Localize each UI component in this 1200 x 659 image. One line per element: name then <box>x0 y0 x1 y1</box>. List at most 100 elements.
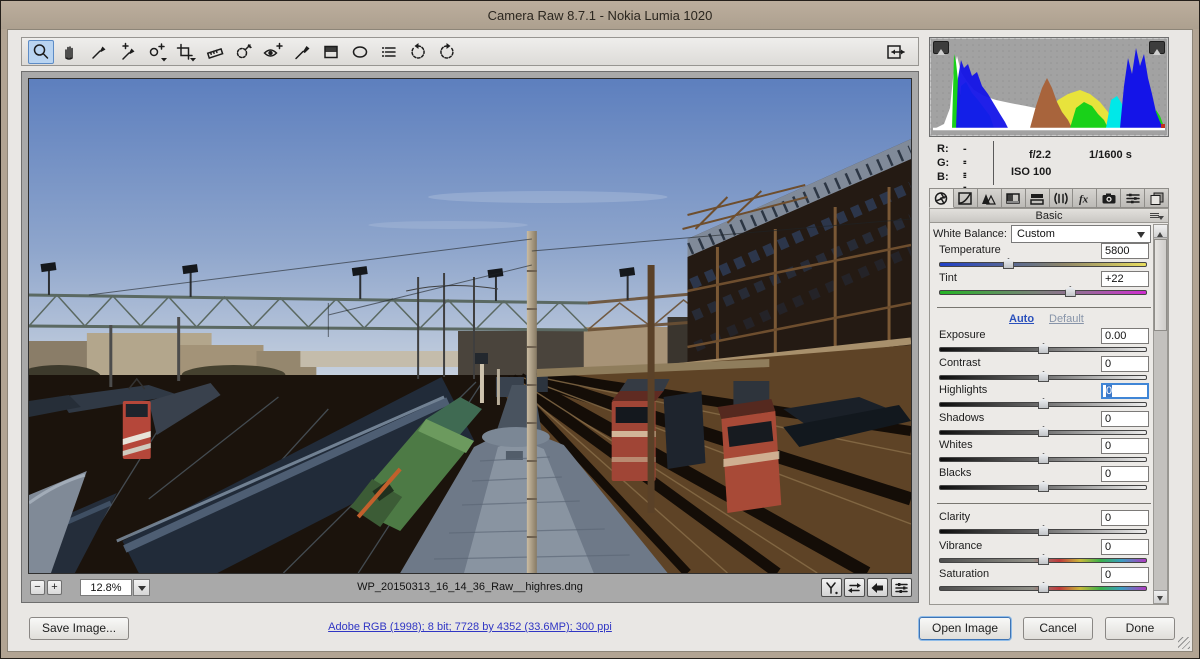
svg-text:fx: fx <box>1079 193 1089 205</box>
spot-removal-tool-button[interactable] <box>231 40 257 64</box>
slider-row-saturation: Saturation 0 <box>935 567 1151 593</box>
slider-thumb[interactable] <box>1065 286 1076 297</box>
filename-label: WP_20150313_16_14_36_Raw__highres.dng <box>22 581 918 593</box>
copy-settings-button[interactable] <box>867 578 888 597</box>
temperature-slider[interactable] <box>939 262 1147 267</box>
crop-tool-button[interactable] <box>173 40 199 64</box>
slider-thumb[interactable] <box>1038 343 1049 354</box>
tab-effects[interactable]: fx <box>1073 188 1097 208</box>
toggle-settings-button[interactable] <box>891 578 912 597</box>
tint-input[interactable]: +22 <box>1101 271 1149 287</box>
workflow-options-link[interactable]: Adobe RGB (1998); 8 bit; 7728 by 4352 (3… <box>1 621 939 633</box>
shadow-clipping-button[interactable] <box>933 41 949 54</box>
adjustment-brush-tool-button[interactable] <box>289 40 315 64</box>
tab-detail[interactable] <box>978 188 1002 208</box>
photo-train-yard[interactable] <box>28 78 912 574</box>
tab-basic[interactable] <box>929 188 954 208</box>
auto-link[interactable]: Auto <box>1009 313 1034 325</box>
saturation-input[interactable]: 0 <box>1101 567 1149 583</box>
contrast-input[interactable]: 0 <box>1101 356 1149 372</box>
slider-row-whites: Whites 0 <box>935 438 1151 464</box>
slider-row-highlights: Highlights 0 <box>935 383 1151 409</box>
tone-curve-icon <box>957 191 973 206</box>
zoom-tool-button[interactable] <box>28 40 54 64</box>
eyedropper-icon <box>89 42 109 62</box>
highlights-slider[interactable] <box>939 402 1147 407</box>
tab-snapshots[interactable] <box>1145 188 1169 208</box>
aperture-value: f/2.2 <box>1029 149 1051 161</box>
white-balance-label: White Balance: <box>933 228 1007 240</box>
shadows-input[interactable]: 0 <box>1101 411 1149 427</box>
tab-camera-calibration[interactable] <box>1097 188 1121 208</box>
vibrance-slider[interactable] <box>939 558 1147 563</box>
white-balance-tool-button[interactable] <box>86 40 112 64</box>
blacks-input[interactable]: 0 <box>1101 466 1149 482</box>
settings-scrollbar[interactable] <box>1153 224 1168 604</box>
slider-thumb[interactable] <box>1038 481 1049 492</box>
brush-icon <box>292 42 312 62</box>
sharpen-triangles-icon <box>981 191 997 206</box>
fx-icon: fx <box>1077 191 1093 206</box>
whites-input[interactable]: 0 <box>1101 438 1149 454</box>
toggle-fullscreen-button[interactable] <box>883 40 909 64</box>
tab-presets[interactable] <box>1121 188 1145 208</box>
color-sampler-tool-button[interactable] <box>115 40 141 64</box>
slider-thumb[interactable] <box>1038 398 1049 409</box>
radial-filter-icon <box>350 42 370 62</box>
slider-thumb[interactable] <box>1003 258 1014 269</box>
hand-tool-button[interactable] <box>57 40 83 64</box>
tint-slider[interactable] <box>939 290 1147 295</box>
red-eye-removal-tool-button[interactable] <box>260 40 286 64</box>
slider-thumb[interactable] <box>1038 371 1049 382</box>
rotate-ccw-icon <box>408 42 428 62</box>
tab-split-toning[interactable] <box>1026 188 1050 208</box>
slider-thumb[interactable] <box>1038 525 1049 536</box>
clarity-input[interactable]: 0 <box>1101 510 1149 526</box>
open-image-button[interactable]: Open Image <box>919 617 1011 640</box>
saturation-slider[interactable] <box>939 586 1147 591</box>
done-button[interactable]: Done <box>1105 617 1175 640</box>
vibrance-input[interactable]: 0 <box>1101 539 1149 555</box>
slider-thumb[interactable] <box>1038 426 1049 437</box>
preferences-tool-button[interactable] <box>376 40 402 64</box>
list-icon <box>379 42 399 62</box>
aperture-icon <box>933 191 949 206</box>
slider-thumb[interactable] <box>1038 453 1049 464</box>
shadows-slider[interactable] <box>939 430 1147 435</box>
targeted-adjustment-tool-button[interactable] <box>144 40 170 64</box>
radial-filter-tool-button[interactable] <box>347 40 373 64</box>
tab-hsl-grayscale[interactable] <box>1002 188 1026 208</box>
temperature-input[interactable]: 5800 <box>1101 243 1149 259</box>
divider <box>937 307 1151 308</box>
rotate-cw-button[interactable] <box>434 40 460 64</box>
swap-before-after-button[interactable] <box>844 578 865 597</box>
resize-grip[interactable] <box>1178 637 1190 649</box>
blacks-slider[interactable] <box>939 485 1147 490</box>
tab-tone-curve[interactable] <box>954 188 978 208</box>
default-link[interactable]: Default <box>1049 313 1084 325</box>
rotate-ccw-button[interactable] <box>405 40 431 64</box>
scrollbar-thumb[interactable] <box>1154 239 1167 331</box>
scroll-up-arrow[interactable] <box>1154 225 1167 238</box>
graduated-filter-icon <box>321 42 341 62</box>
straighten-tool-button[interactable] <box>202 40 228 64</box>
slider-thumb[interactable] <box>1038 582 1049 593</box>
white-balance-select[interactable]: Custom <box>1011 225 1151 243</box>
fullscreen-icon <box>885 42 907 62</box>
highlights-input[interactable]: 0 <box>1101 383 1149 399</box>
exposure-input[interactable]: 0.00 <box>1101 328 1149 344</box>
exposure-slider[interactable] <box>939 347 1147 352</box>
contrast-slider[interactable] <box>939 375 1147 380</box>
magnifier-icon <box>31 42 51 62</box>
scroll-down-arrow[interactable] <box>1154 590 1167 603</box>
iso-value: ISO 100 <box>1011 166 1051 178</box>
cancel-button[interactable]: Cancel <box>1023 617 1093 640</box>
clarity-slider[interactable] <box>939 529 1147 534</box>
tab-lens-corrections[interactable] <box>1050 188 1074 208</box>
before-after-view-button[interactable] <box>821 578 842 597</box>
highlight-clipping-button[interactable] <box>1149 41 1165 54</box>
whites-slider[interactable] <box>939 457 1147 462</box>
slider-thumb[interactable] <box>1038 554 1049 565</box>
panel-menu-icon[interactable] <box>1150 212 1164 221</box>
graduated-filter-tool-button[interactable] <box>318 40 344 64</box>
